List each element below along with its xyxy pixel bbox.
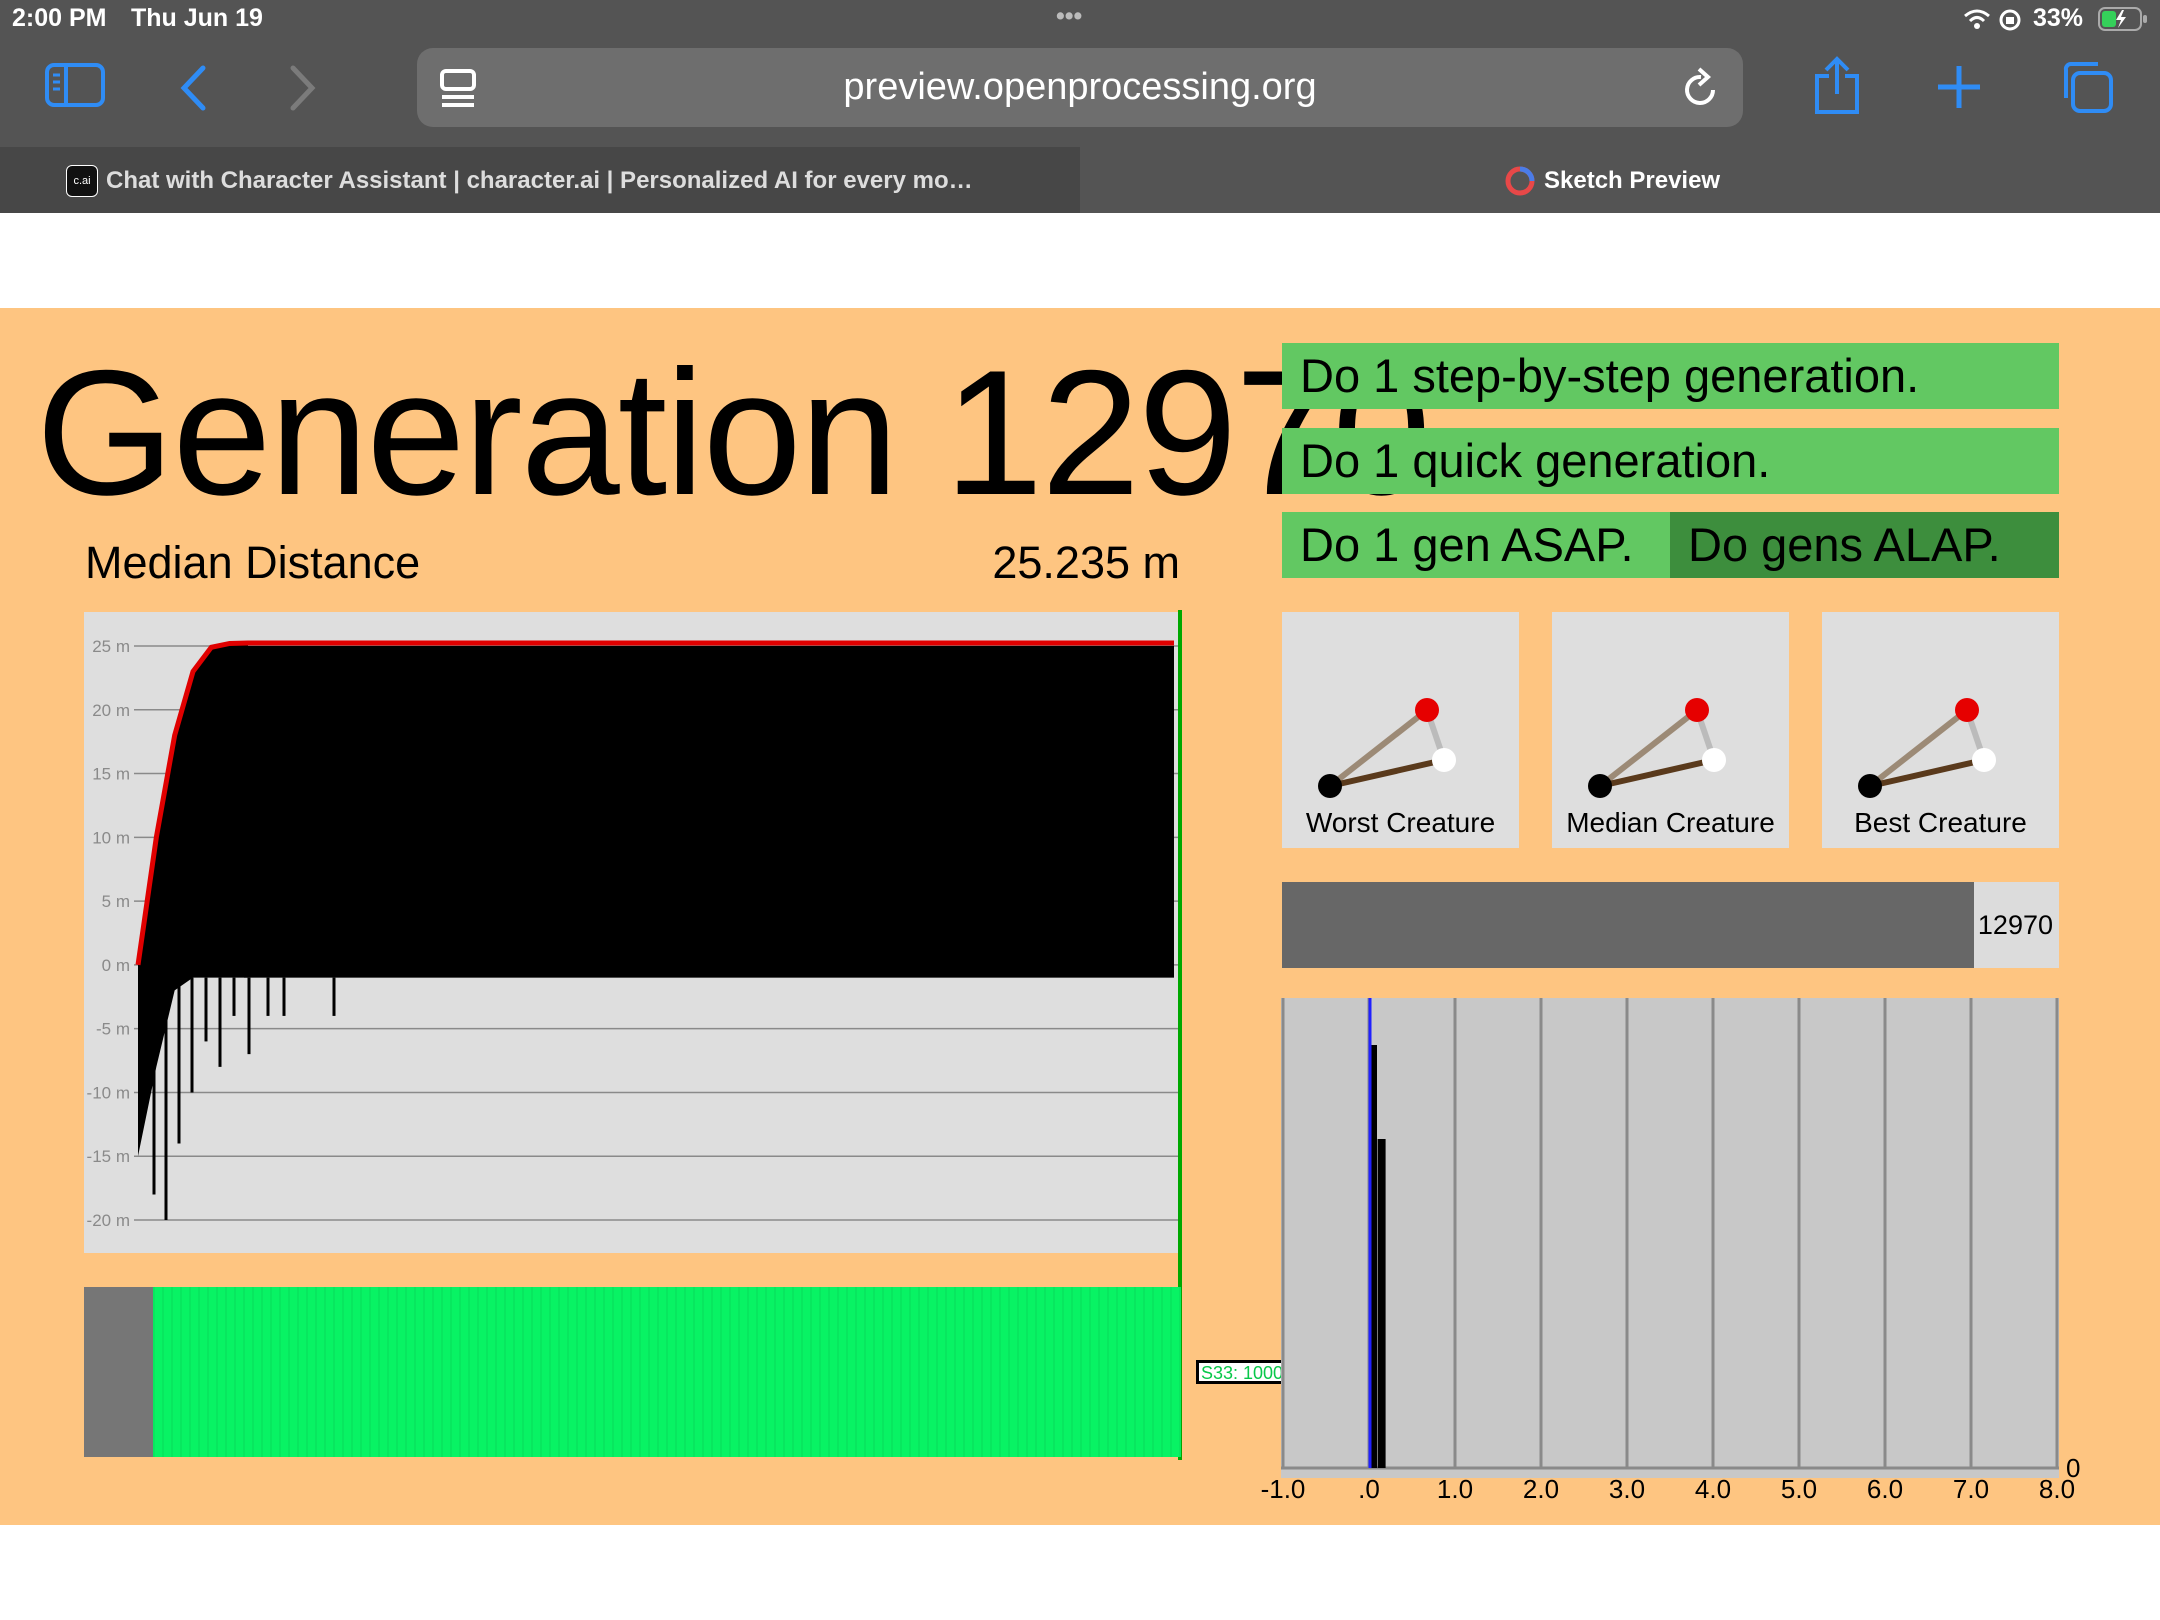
worst-creature-label: Worst Creature (1305, 807, 1496, 838)
quick-generation-button[interactable]: Do 1 quick generation. (1282, 428, 2059, 494)
species-chart (84, 1287, 1181, 1457)
percentile-band (244, 646, 1174, 978)
species-stripes (153, 1287, 1181, 1457)
hist-x-tick-label: 8.0 (2038, 1474, 2076, 1504)
multitask-dots[interactable]: ••• (1056, 2, 1082, 31)
y-tick-label: -5 m (96, 1020, 130, 1039)
character-ai-favicon: c.ai (66, 165, 98, 197)
hist-x-tick-label: 2.0 (1522, 1474, 1560, 1504)
reload-icon[interactable] (1681, 66, 1721, 115)
y-tick-label: 0 m (102, 956, 130, 975)
y-tick-label: 20 m (92, 701, 130, 720)
tab-label: Chat with Character Assistant | characte… (106, 167, 973, 194)
hist-x-tick-label: 4.0 (1694, 1474, 1732, 1504)
generation-slider-value: 12970 (1977, 910, 2053, 940)
share-icon[interactable] (1812, 56, 1862, 121)
histogram-svg (1281, 998, 2059, 1470)
hist-x-tick-label: 7.0 (1952, 1474, 1990, 1504)
browser-toolbar: 2:00 PM Thu Jun 19 ••• 33% preview.openp… (0, 0, 2160, 147)
worst-creature-panel[interactable]: Worst Creature (1282, 612, 1519, 848)
species-tag-box: S33: 1000 (1196, 1360, 1285, 1384)
wifi-icon (1963, 8, 1991, 35)
y-tick-label: 25 m (92, 637, 130, 656)
y-tick-label: -20 m (87, 1211, 130, 1230)
generation-slider[interactable]: 12970 (1282, 882, 2059, 968)
y-tick-label: 5 m (102, 892, 130, 911)
url-text[interactable]: preview.openprocessing.org (417, 48, 1743, 127)
tab-label: Sketch Preview (1544, 167, 1721, 194)
best-creature-panel[interactable]: Best Creature (1822, 612, 2059, 848)
sidebar-icon[interactable] (44, 62, 106, 113)
battery-percent: 33% (2033, 4, 2084, 32)
back-icon[interactable] (176, 64, 210, 117)
new-tab-icon[interactable] (1936, 64, 1982, 115)
openprocessing-favicon (1504, 165, 1536, 202)
histogram (1281, 998, 2059, 1478)
orientation-lock-icon (1998, 8, 2022, 37)
tab-sketch-preview[interactable]: Sketch Preview (1080, 147, 2160, 213)
median-creature-panel[interactable]: Median Creature (1552, 612, 1789, 848)
distance-graph-svg: 25 m 20 m 15 m 10 m 5 m 0 m -5 m -10 m -15 m -20 … (87, 637, 1178, 1230)
forward-icon[interactable] (286, 64, 320, 117)
y-tick-label: -10 m (87, 1083, 130, 1102)
median-distance-label: Median Distance (85, 537, 421, 588)
tab-bar: c.ai Chat with Character Assistant | cha… (0, 147, 2160, 213)
generation-title: Generation 12970 (36, 333, 1431, 532)
hist-x-tick-label: .0 (1358, 1474, 1380, 1504)
gen-asap-button[interactable]: Do 1 gen ASAP. (1282, 512, 1670, 578)
hist-x-tick-label: 3.0 (1608, 1474, 1646, 1504)
y-tick-label: 10 m (92, 828, 130, 847)
distance-graph: 25 m 20 m 15 m 10 m 5 m 0 m -5 m -10 m -15 m -20 … (84, 612, 1181, 1253)
hist-x-tick-label: 5.0 (1780, 1474, 1818, 1504)
y-tick-label: -15 m (87, 1147, 130, 1166)
histogram-zero-label: 0 (2066, 1453, 2081, 1483)
generation-slider-fill[interactable] (1282, 882, 1974, 968)
hist-x-tick-label: 1.0 (1436, 1474, 1474, 1504)
hist-x-tick-label: -1.0 (1260, 1474, 1306, 1504)
y-tick-label: 15 m (92, 765, 130, 784)
battery-icon (2098, 6, 2148, 37)
status-time: 2:00 PM (12, 4, 107, 32)
hist-x-tick-label: 6.0 (1866, 1474, 1904, 1504)
median-distance-value: 25.235 m (992, 537, 1180, 588)
address-bar[interactable]: preview.openprocessing.org (417, 48, 1743, 127)
tabs-overview-icon[interactable] (2058, 58, 2116, 121)
status-date: Thu Jun 19 (131, 4, 263, 32)
species-tag: S33: 1000 (1201, 1363, 1284, 1383)
hist-bar (1377, 1139, 1386, 1468)
best-creature-label: Best Creature (1854, 807, 2027, 838)
gens-alap-button[interactable]: Do gens ALAP. (1670, 512, 2059, 578)
tab-character-ai[interactable]: c.ai Chat with Character Assistant | cha… (0, 147, 1126, 213)
median-creature-label: Median Creature (1566, 807, 1775, 838)
step-by-step-button[interactable]: Do 1 step-by-step generation. (1282, 343, 2059, 409)
